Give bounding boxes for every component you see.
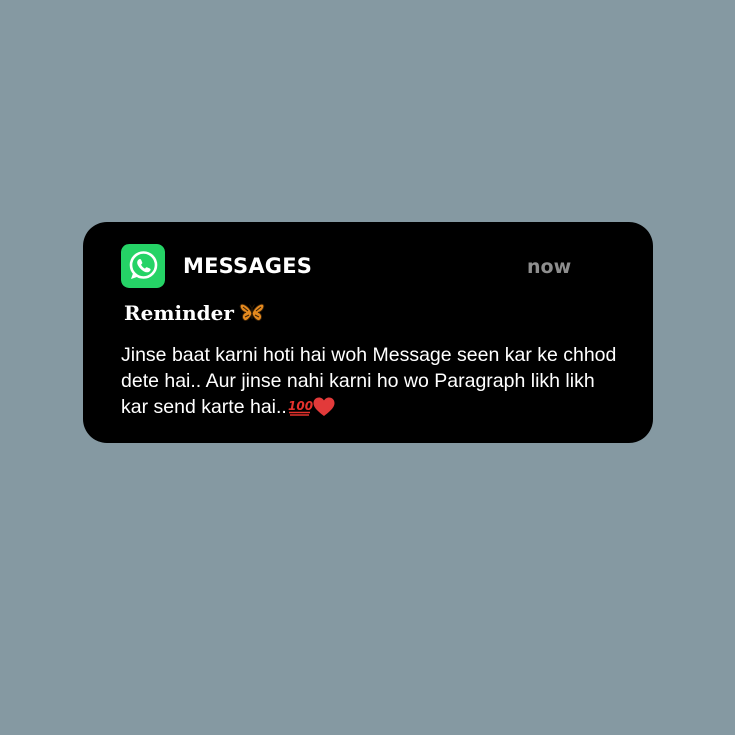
whatsapp-icon bbox=[121, 244, 165, 288]
red-heart-icon bbox=[313, 397, 335, 416]
notification-title: Reminder bbox=[124, 301, 234, 325]
notification-body: Jinse baat karni hoti hai woh Message se… bbox=[121, 342, 621, 420]
app-name: MESSAGES bbox=[183, 254, 313, 278]
notification-card[interactable]: MESSAGES now Reminder Jinse baat karni h… bbox=[83, 222, 653, 443]
notification-title-row: Reminder bbox=[124, 298, 265, 328]
notification-body-text: Jinse baat karni hoti hai woh Message se… bbox=[121, 344, 617, 418]
hundred-points-icon: 100 bbox=[288, 399, 313, 416]
butterfly-icon bbox=[239, 303, 265, 321]
notification-timestamp: now bbox=[527, 256, 572, 278]
svg-text:100: 100 bbox=[288, 399, 313, 413]
